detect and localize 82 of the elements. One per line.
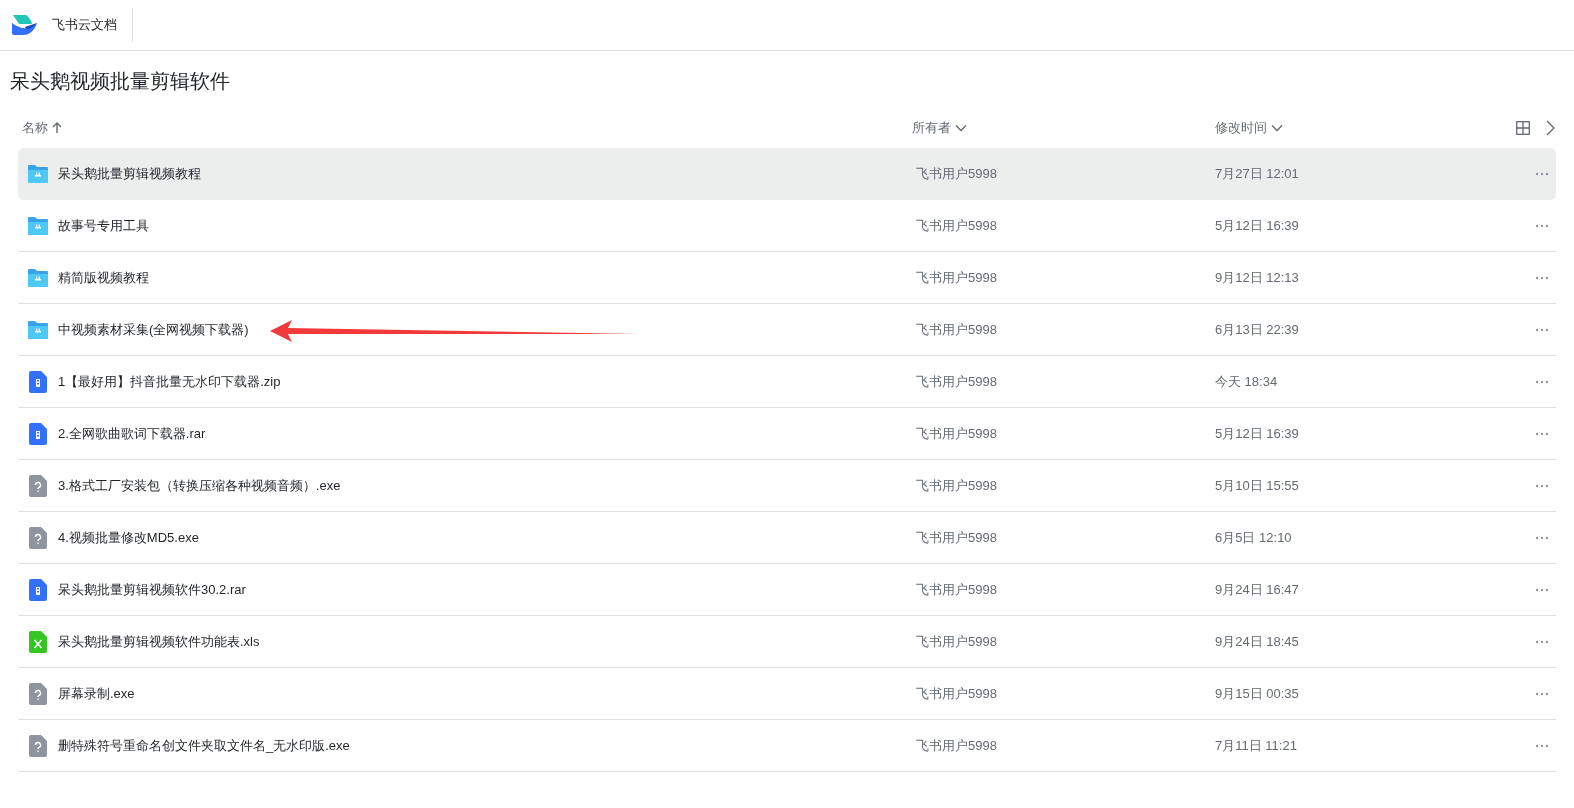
- app-name: 飞书云文档: [52, 16, 117, 35]
- shared-folder-icon: [27, 215, 49, 236]
- more-options-icon[interactable]: [1535, 379, 1549, 384]
- more-options-icon[interactable]: [1535, 691, 1549, 696]
- file-row[interactable]: 删特殊符号重命名创文件夹取文件名_无水印版.exe 飞书用户5998 7月11日 11:21: [18, 720, 1556, 772]
- owner-cell-text: 飞书用户5998: [916, 165, 998, 184]
- modified-time-cell-text: 9月24日 16:47: [1215, 580, 1300, 599]
- chevron-down-icon: [1271, 124, 1283, 132]
- more-options-icon[interactable]: [1535, 483, 1549, 488]
- owner-cell-text: 飞书用户5998: [916, 632, 998, 651]
- owner-cell-text: 飞书用户5998: [916, 476, 998, 495]
- file-name: 中视频素材采集(全网视频下载器): [58, 320, 249, 339]
- owner-cell-text: 飞书用户5998: [916, 424, 998, 443]
- more-options-icon[interactable]: [1535, 535, 1549, 540]
- more-options-icon[interactable]: [1535, 327, 1549, 332]
- owner-cell-text: 飞书用户5998: [916, 216, 998, 235]
- file-row[interactable]: 呆头鹅批量剪辑视频软件功能表.xls 飞书用户5998 9月24日 18:45: [18, 616, 1556, 668]
- more-options-icon[interactable]: [1535, 743, 1549, 748]
- file-name: 2.全网歌曲歌词下载器.rar: [58, 424, 206, 443]
- folder-title: 呆头鹅视频批量剪辑软件: [10, 69, 231, 94]
- unknown-file-icon: [29, 734, 47, 757]
- file-row[interactable]: 呆头鹅批量剪辑视频软件30.2.rar 飞书用户5998 9月24日 16:47: [18, 564, 1556, 616]
- more-options-icon[interactable]: [1535, 639, 1549, 644]
- archive-file-icon: [29, 578, 47, 601]
- file-row[interactable]: 精简版视频教程 飞书用户5998 9月12日 12:13: [18, 252, 1556, 304]
- owner-cell-text: 飞书用户5998: [916, 736, 998, 755]
- column-header[interactable]: 所有者: [912, 118, 1215, 138]
- unknown-file-icon: [29, 474, 47, 497]
- file-name: 3.格式工厂安装包（转换压缩各种视频音频）.exe: [58, 476, 341, 495]
- modified-time-cell-text: 9月12日 12:13: [1215, 268, 1300, 287]
- modified-time-cell-text: 9月24日 18:45: [1215, 632, 1300, 651]
- chevron-right-icon[interactable]: [1546, 120, 1555, 136]
- file-name: 故事号专用工具: [58, 216, 149, 235]
- owner-cell-text: 飞书用户5998: [916, 320, 998, 339]
- modified-time-cell-text: 7月11日 11:21: [1215, 736, 1298, 755]
- shared-folder-icon: [27, 164, 49, 184]
- more-options-icon[interactable]: [1535, 587, 1549, 592]
- file-name: 呆头鹅批量剪辑视频软件功能表.xls: [58, 632, 260, 651]
- app-logo-icon: [11, 14, 39, 36]
- modified-time-cell-text: 6月5日 12:10: [1215, 528, 1293, 547]
- file-name: 屏幕录制.exe: [58, 684, 135, 703]
- file-row[interactable]: 2.全网歌曲歌词下载器.rar 飞书用户5998 5月12日 16:39: [18, 408, 1556, 460]
- more-options-icon[interactable]: [1535, 275, 1549, 280]
- archive-file-icon: [29, 370, 47, 393]
- unknown-file-icon: [29, 526, 47, 549]
- more-options-icon[interactable]: [1535, 172, 1549, 176]
- shared-folder-icon: [27, 319, 49, 340]
- modified-time-cell-text: 7月27日 12:01: [1215, 165, 1300, 184]
- column-header[interactable]: 名称: [18, 118, 912, 138]
- more-options-icon[interactable]: [1535, 431, 1549, 436]
- archive-file-icon: [29, 422, 47, 445]
- file-name: 精简版视频教程: [58, 268, 149, 287]
- modified-time-cell-text: 5月12日 16:39: [1215, 424, 1300, 443]
- modified-time-cell-text: 今天 18:34: [1215, 372, 1279, 391]
- owner-cell-text: 飞书用户5998: [916, 684, 998, 703]
- file-name: 删特殊符号重命名创文件夹取文件名_无水印版.exe: [58, 736, 350, 755]
- file-row[interactable]: 屏幕录制.exe 飞书用户5998 9月15日 00:35: [18, 668, 1556, 720]
- chevron-down-icon: [955, 124, 967, 132]
- shared-folder-icon: [27, 267, 49, 288]
- owner-cell-text: 飞书用户5998: [916, 372, 998, 391]
- owner-cell-text: 飞书用户5998: [916, 268, 998, 287]
- modified-time-cell-text: 6月13日 22:39: [1215, 320, 1300, 339]
- file-row[interactable]: 4.视频批量修改MD5.exe 飞书用户5998 6月5日 12:10: [18, 512, 1556, 564]
- more-options-icon[interactable]: [1535, 223, 1549, 228]
- file-row[interactable]: 呆头鹅批量剪辑视频教程 飞书用户5998 7月27日 12:01: [18, 148, 1556, 200]
- file-name: 1【最好用】抖音批量无水印下载器.zip: [58, 372, 281, 391]
- unknown-file-icon: [29, 682, 47, 705]
- modified-time-cell-text: 5月10日 15:55: [1215, 476, 1300, 495]
- sort-ascending-icon: [52, 122, 62, 134]
- column-header[interactable]: 修改时间: [1215, 118, 1515, 138]
- owner-cell-text: 飞书用户5998: [916, 580, 998, 599]
- file-name: 呆头鹅批量剪辑视频软件30.2.rar: [58, 580, 246, 599]
- file-row[interactable]: 1【最好用】抖音批量无水印下载器.zip 飞书用户5998 今天 18:34: [18, 356, 1556, 408]
- grid-view-icon[interactable]: [1516, 121, 1530, 135]
- modified-time-cell-text: 9月15日 00:35: [1215, 684, 1300, 703]
- file-row[interactable]: 故事号专用工具 飞书用户5998 5月12日 16:39: [18, 200, 1556, 252]
- file-name: 4.视频批量修改MD5.exe: [58, 528, 199, 547]
- modified-time-cell-text: 5月12日 16:39: [1215, 216, 1300, 235]
- file-name: 呆头鹅批量剪辑视频教程: [58, 165, 201, 184]
- file-row[interactable]: 3.格式工厂安装包（转换压缩各种视频音频）.exe 飞书用户5998 5月10日 15:55: [18, 460, 1556, 512]
- owner-cell-text: 飞书用户5998: [916, 528, 998, 547]
- spreadsheet-file-icon: [29, 630, 47, 653]
